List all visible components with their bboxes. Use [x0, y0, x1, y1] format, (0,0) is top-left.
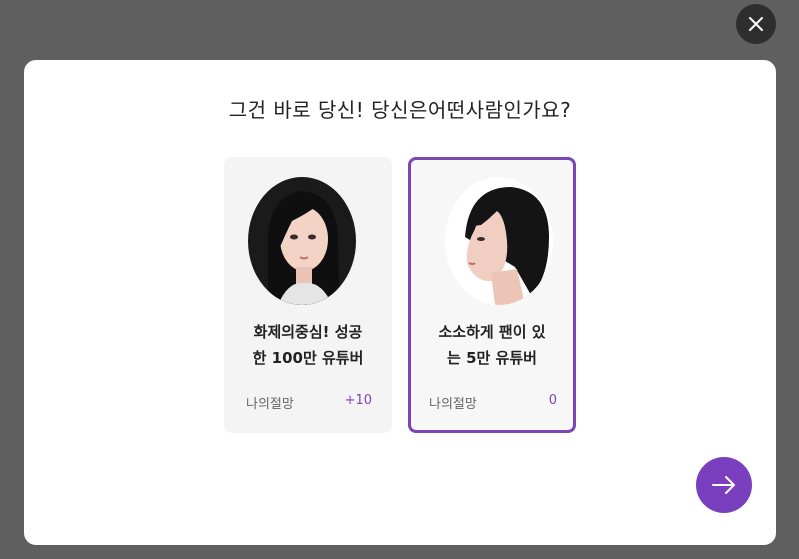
persona-card-100k-youtuber[interactable]: 화제의중심! 성공 한 100만 유튜버 나의절망 +10 [224, 157, 392, 433]
arrow-right-icon [712, 476, 735, 494]
modal-title: 그건 바로 당신! 당신은어떤사람인가요? [228, 98, 572, 122]
persona-description-line-2: 는 5만 유튜버 [447, 349, 537, 367]
stat-row: 나의절망 +10 [246, 393, 372, 412]
persona-description-line-1: 소소하게 팬이 있 [438, 323, 546, 341]
close-icon [749, 17, 763, 31]
persona-description-line-2: 한 100만 유튜버 [252, 349, 364, 367]
avatar-portrait-profile [445, 177, 553, 305]
stat-label: 나의절망 [429, 397, 477, 412]
stat-value: 0 [548, 393, 557, 408]
persona-description: 화제의중심! 성공 한 100만 유튜버 [234, 319, 382, 371]
stat-value: +10 [344, 393, 372, 408]
avatar-portrait-front [248, 177, 356, 305]
persona-description: 소소하게 팬이 있 는 5만 유튜버 [421, 319, 563, 371]
stat-row: 나의절망 0 [429, 393, 557, 412]
close-button[interactable] [736, 4, 776, 44]
stat-label: 나의절망 [246, 397, 294, 412]
persona-description-line-1: 화제의중심! 성공 [253, 323, 363, 341]
persona-select-modal: 그건 바로 당신! 당신은어떤사람인가요? 화제의중심! 성공 한 100만 유… [24, 60, 776, 545]
next-button[interactable] [696, 457, 752, 513]
persona-card-50k-youtuber[interactable]: 소소하게 팬이 있 는 5만 유튜버 나의절망 0 [408, 157, 576, 433]
